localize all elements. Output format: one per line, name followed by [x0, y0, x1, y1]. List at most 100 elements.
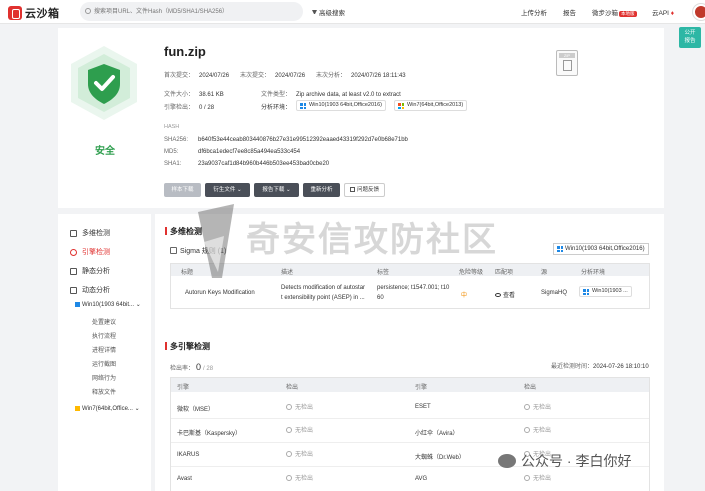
sha256-row: SHA256: b640f53e44ceab803440876b27e31e995… [164, 137, 408, 143]
feedback-label: 问题反馈 [356, 187, 379, 193]
advanced-search-label: 高级搜索 [319, 10, 345, 17]
engine-name: 小红伞（Avira） [415, 431, 459, 437]
col-desc: 描述 [281, 270, 294, 276]
check-circle-icon [286, 427, 292, 433]
logo[interactable]: 云沙箱 [8, 5, 60, 21]
nav-api-label: 云API [652, 10, 669, 17]
check-circle-icon [286, 475, 292, 481]
windows-icon [583, 289, 589, 295]
watermark-logo-icon [198, 204, 234, 278]
rule-tags-line2: 60 [377, 295, 384, 301]
nav-report[interactable]: 报告 [563, 7, 576, 17]
last-analysis: 末次分析： 2024/07/26 18:11:43 [316, 73, 406, 79]
reanalyze-button[interactable]: 重新分析 [303, 183, 340, 197]
rule-tags-line1: persistence; t1547.001; t10 [377, 285, 450, 291]
search-icon [85, 8, 91, 14]
multi-dim-icon [70, 229, 77, 237]
detect-result: 无检出 [524, 425, 551, 434]
public-report-line1: 公开 [684, 30, 696, 36]
engine-detect: 引擎检出： 0 / 28 [164, 105, 215, 111]
chevron-down-icon: ⌄ [135, 302, 141, 308]
section-marker [165, 342, 167, 350]
sidebar-sub-screenshot[interactable]: 运行截图 [92, 359, 116, 368]
sidebar-item-engine[interactable]: 引擎检测 [70, 247, 110, 257]
env-select[interactable]: Win10(1903 64bit,Office2016) [553, 243, 649, 255]
derived-files-button[interactable]: 衍生文件 ⌄ [205, 183, 250, 197]
chevron-down-icon: ⌄ [285, 187, 291, 193]
eye-icon [495, 293, 501, 297]
file-size: 文件大小： 38.61 KB [164, 92, 224, 98]
sidebar-sub-advice[interactable]: 处置建议 [92, 317, 116, 326]
sidebar-sub-flow[interactable]: 执行流程 [92, 331, 116, 340]
rule-match-link[interactable]: 查看 [495, 290, 515, 299]
file-name: fun.zip [164, 44, 206, 59]
col-detect-2: 检出 [524, 385, 537, 391]
sidebar-env-win7[interactable]: Win7(64bit,Office... ⌄ [75, 405, 140, 412]
chevron-down-icon: ⌄ [134, 406, 140, 412]
sidebar-item-multi-dim[interactable]: 多维检测 [70, 228, 110, 238]
avatar[interactable] [693, 4, 705, 20]
detect-result: 无检出 [286, 402, 313, 411]
verdict-label: 安全 [95, 146, 115, 157]
sidebar-item-static[interactable]: 静态分析 [70, 266, 110, 276]
env-tag-win7[interactable]: Win7(64bit,Office2013) [394, 100, 468, 111]
col-tags: 标签 [377, 270, 390, 276]
sidebar-item-dynamic[interactable]: 动态分析 [70, 285, 110, 295]
section-marker [165, 227, 167, 235]
last-submit: 末次提交： 2024/07/26 [240, 73, 306, 79]
detect-result: 无检出 [524, 402, 551, 411]
env-tag-win10[interactable]: Win10(1903 64bit,Office2016) [296, 100, 386, 111]
nav-micro-sandbox[interactable]: 微步沙箱 本地版 [592, 7, 637, 17]
nav-upload[interactable]: 上传分析 [521, 7, 547, 17]
col-title: 标题 [181, 270, 194, 276]
sidebar-item-label: 动态分析 [82, 287, 110, 294]
logo-text: 云沙箱 [25, 8, 60, 20]
col-match: 匹配项 [495, 270, 514, 276]
sidebar-item-label: 静态分析 [82, 268, 110, 275]
rule-env-tag[interactable]: Win10(1903 ... [579, 286, 632, 297]
watermark-text: 奇安信攻防社区 [246, 221, 498, 259]
sidebar-item-label: 引擎检测 [82, 249, 110, 256]
sidebar-env-win10[interactable]: Win10(1903 64bit... ⌄ [75, 301, 141, 308]
engine-name: AVG [415, 476, 428, 482]
nav-cloud-api[interactable]: 云API ♦ [652, 7, 674, 17]
top-bar: 云沙箱 高级搜索 上传分析 报告 微步沙箱本地版 云API ♦ [0, 0, 705, 24]
dynamic-icon [70, 286, 77, 294]
report-download-button[interactable]: 报告下载 ⌄ [254, 183, 299, 197]
footer-watermark: 公众号 · 李白你好 [498, 451, 631, 471]
public-report-button[interactable]: 公开 报告 [679, 27, 701, 48]
feedback-button[interactable]: 问题反馈 [344, 183, 385, 197]
detect-result: 无检出 [286, 473, 313, 482]
rule-source: SigmaHQ [541, 290, 568, 296]
sidebar-sub-release[interactable]: 释放文件 [92, 387, 116, 396]
env-select-label: Win10(1903 64bit,Office2016) [565, 246, 645, 252]
file-type: 文件类型： Zip archive data, at least v2.0 to … [261, 92, 401, 98]
static-icon [70, 267, 77, 275]
hash-title: HASH [164, 124, 180, 130]
windows-icon [557, 246, 563, 252]
sidebar-sub-process[interactable]: 进程详情 [92, 345, 116, 354]
last-check-time: 最近检测时间：2024-07-26 18:10:10 [551, 364, 649, 370]
search-input[interactable] [80, 2, 303, 21]
local-badge: 本地版 [619, 11, 637, 17]
windows-icon [300, 103, 306, 109]
advanced-search-link[interactable]: 高级搜索 [312, 7, 345, 17]
detect-rate: 检出率： 0/ 28 [170, 362, 214, 372]
engine-name: 卡巴斯基（Kaspersky） [177, 431, 242, 437]
engine-name: 微软（MSE） [177, 407, 215, 413]
sample-download-button[interactable]: 样本下载 [164, 183, 201, 197]
filter-icon [312, 10, 317, 15]
detect-result: 无检出 [286, 425, 313, 434]
sigma-icon [170, 247, 177, 254]
rule-level: 中 [461, 293, 468, 299]
sandbox-logo-icon [8, 6, 22, 20]
sidebar-sub-network[interactable]: 网络行为 [92, 373, 116, 382]
detect-result: 无检出 [524, 473, 551, 482]
sidebar-item-label: 多维检测 [82, 230, 110, 237]
chevron-down-icon: ⌄ [236, 187, 242, 193]
maple-icon: ♦ [670, 10, 675, 17]
report-download-label: 报告下载 [262, 187, 285, 193]
file-icon-label: ZIP [559, 53, 575, 58]
col-engine: 引擎 [177, 385, 190, 391]
safe-shield-icon [71, 46, 137, 120]
